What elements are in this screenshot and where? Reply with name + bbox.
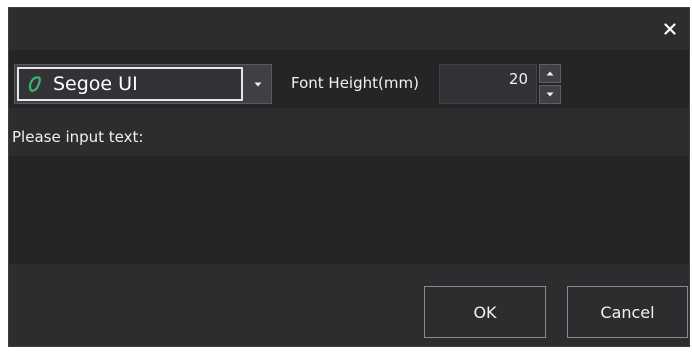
dialog-titlebar bbox=[9, 8, 689, 50]
font-height-input[interactable] bbox=[439, 64, 537, 104]
font-height-decrement-button[interactable] bbox=[539, 85, 561, 104]
font-family-value: Segoe UI bbox=[53, 73, 138, 95]
font-type-icon bbox=[25, 73, 45, 95]
close-button[interactable] bbox=[657, 16, 683, 42]
text-input-dialog: Segoe UI Font Height(mm) Please bbox=[8, 7, 690, 347]
font-family-combobox[interactable]: Segoe UI bbox=[14, 64, 272, 104]
font-family-field[interactable]: Segoe UI bbox=[17, 67, 243, 101]
font-height-spinner bbox=[539, 64, 561, 104]
text-prompt-label: Please input text: bbox=[12, 128, 144, 146]
cancel-button[interactable]: Cancel bbox=[567, 286, 688, 338]
ok-button[interactable]: OK bbox=[424, 286, 546, 338]
font-height-label: Font Height(mm) bbox=[291, 74, 419, 92]
font-settings-row: Segoe UI Font Height(mm) bbox=[9, 50, 689, 108]
text-input-area[interactable] bbox=[9, 156, 689, 264]
chevron-down-icon bbox=[254, 82, 262, 86]
close-icon bbox=[664, 23, 676, 35]
font-height-increment-button[interactable] bbox=[539, 64, 561, 83]
font-family-dropdown-button[interactable] bbox=[245, 65, 271, 103]
arrow-down-icon bbox=[546, 92, 554, 97]
arrow-up-icon bbox=[546, 71, 554, 76]
